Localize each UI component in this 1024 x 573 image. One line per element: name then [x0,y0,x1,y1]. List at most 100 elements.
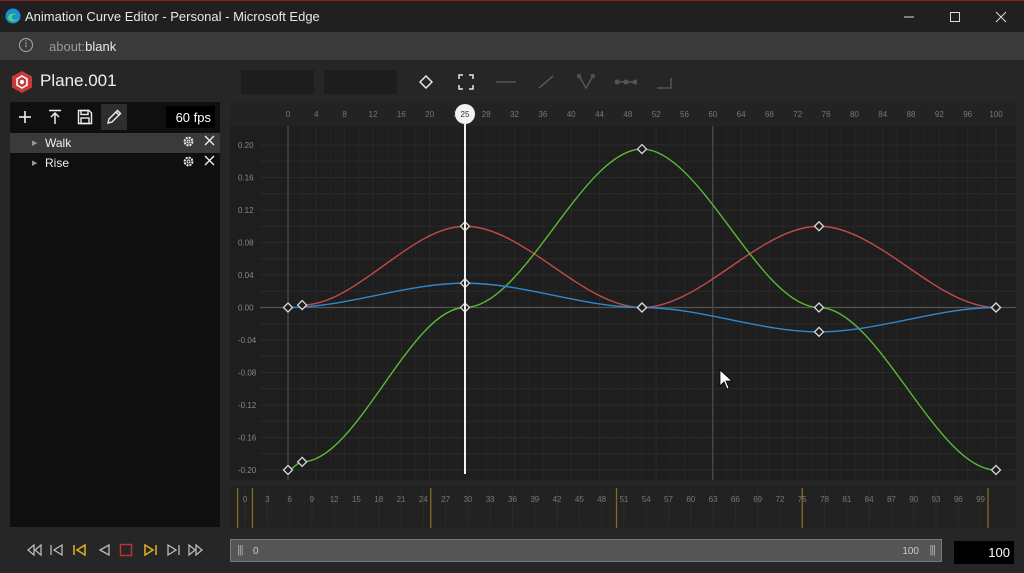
broken-tangent-button[interactable] [575,72,597,92]
play-reverse-icon [98,543,110,557]
timeline-label: 3 [265,495,270,504]
edit-button[interactable] [101,104,127,130]
timeline-label: 90 [909,495,918,504]
linear-tangent-button[interactable] [535,72,557,92]
edge-logo-icon [5,8,21,24]
timeline-label: 48 [597,495,606,504]
next-key-button[interactable] [163,541,183,559]
save-button[interactable] [72,104,98,130]
x-tick-label: 76 [822,110,831,119]
fast-forward-button[interactable] [186,541,206,559]
timeline-label: 87 [887,495,896,504]
cube-logo-icon [12,71,32,93]
y-tick-label: 0.16 [238,174,254,183]
timeline-label: 45 [575,495,584,504]
x-tick-label: 20 [425,110,434,119]
range-end-label: 100 [902,546,919,557]
x-tick-label: 92 [935,110,944,119]
animation-name: Walk [45,136,72,150]
y-tick-label: 0.04 [238,271,254,280]
x-tick-label: 36 [538,110,547,119]
gear-icon[interactable] [182,135,195,148]
broken-tangent-icon [577,74,595,90]
timeline-label: 84 [865,495,874,504]
header-field-2[interactable] [324,70,397,94]
rewind-start-button[interactable] [24,541,44,559]
fps-field[interactable]: 60 fps [166,106,215,128]
object-name: Plane.001 [40,71,117,90]
free-tangent-button[interactable] [615,72,637,92]
y-tick-label: -0.08 [238,369,257,378]
y-tick-label: -0.12 [238,401,257,410]
stop-button[interactable] [116,541,136,559]
timeline-label: 66 [731,495,740,504]
range-scrubber[interactable]: ||| 0 100 ||| [230,539,942,562]
step-tangent-icon [657,78,672,89]
address-bar: i about:blank [0,32,1024,60]
expand-arrow-icon[interactable]: ▶ [32,159,37,167]
timeline-strip[interactable]: 0 3 6 9 12 15 18 21 24 27 30 33 36 39 42 45 48 51 54 57 60 63… [230,486,1016,528]
step-tangent-button[interactable] [655,72,677,92]
timeline-label: 39 [530,495,539,504]
gear-icon[interactable] [182,155,195,168]
play-reverse-button[interactable] [94,541,114,559]
timeline-label: 60 [686,495,695,504]
timeline-label: 96 [954,495,963,504]
timeline-label: 15 [352,495,361,504]
timeline-label: 81 [842,495,851,504]
prev-marker-button[interactable] [70,541,90,559]
export-button[interactable] [42,104,68,130]
minimize-button[interactable] [886,1,932,32]
delete-icon[interactable] [204,155,215,166]
header-field-1[interactable] [241,70,314,94]
y-tick-label: -0.20 [238,466,257,475]
x-tick-label: 4 [314,110,319,119]
y-tick-label: 0.08 [238,239,254,248]
animation-item-walk[interactable]: ▶ Walk [10,133,220,153]
timeline-label: 33 [486,495,495,504]
delete-icon[interactable] [204,135,215,146]
range-end-handle[interactable]: ||| [929,544,936,556]
x-tick-label: 28 [482,110,491,119]
save-icon [77,109,93,125]
timeline-label: 72 [776,495,785,504]
range-start-label: 0 [253,546,259,557]
y-tick-label: 0.12 [238,206,254,215]
prev-key-icon [50,543,63,557]
timeline-label: 30 [463,495,472,504]
fast-forward-icon [188,543,204,557]
x-tick-label: 8 [342,110,347,119]
frame-all-icon [458,74,474,90]
animation-item-rise[interactable]: ▶ Rise [10,153,220,173]
x-tick-label: 16 [397,110,406,119]
next-key-icon [167,543,180,557]
expand-arrow-icon[interactable]: ▶ [32,139,37,147]
timeline-label: 57 [664,495,673,504]
timeline-label: 27 [441,495,450,504]
x-tick-label: 88 [907,110,916,119]
play-icon [144,543,157,557]
prev-key-button[interactable] [47,541,67,559]
timeline-label: 78 [820,495,829,504]
add-key-button[interactable] [415,72,437,92]
close-button[interactable] [978,1,1024,32]
frame-all-button[interactable] [455,72,477,92]
x-tick-label: 64 [737,110,746,119]
curve-graph[interactable]: 0481216202428323640444852566064687276808… [230,102,1016,480]
maximize-button[interactable] [932,1,978,32]
timeline-label: 51 [619,495,628,504]
window-title: Animation Curve Editor - Personal - Micr… [25,9,320,24]
play-button[interactable] [140,541,160,559]
y-tick-label: 0.20 [238,141,254,150]
flat-tangent-icon [496,81,516,83]
address-url[interactable]: about:blank [49,39,116,54]
end-frame-field[interactable]: 100 [954,541,1014,564]
x-tick-label: 44 [595,110,604,119]
x-tick-label: 52 [652,110,661,119]
timeline-label: 42 [553,495,562,504]
range-start-handle[interactable]: ||| [237,544,244,556]
flat-tangent-button[interactable] [495,72,517,92]
info-icon[interactable]: i [19,38,33,52]
add-animation-button[interactable] [12,104,38,130]
timeline-label: 24 [419,495,428,504]
